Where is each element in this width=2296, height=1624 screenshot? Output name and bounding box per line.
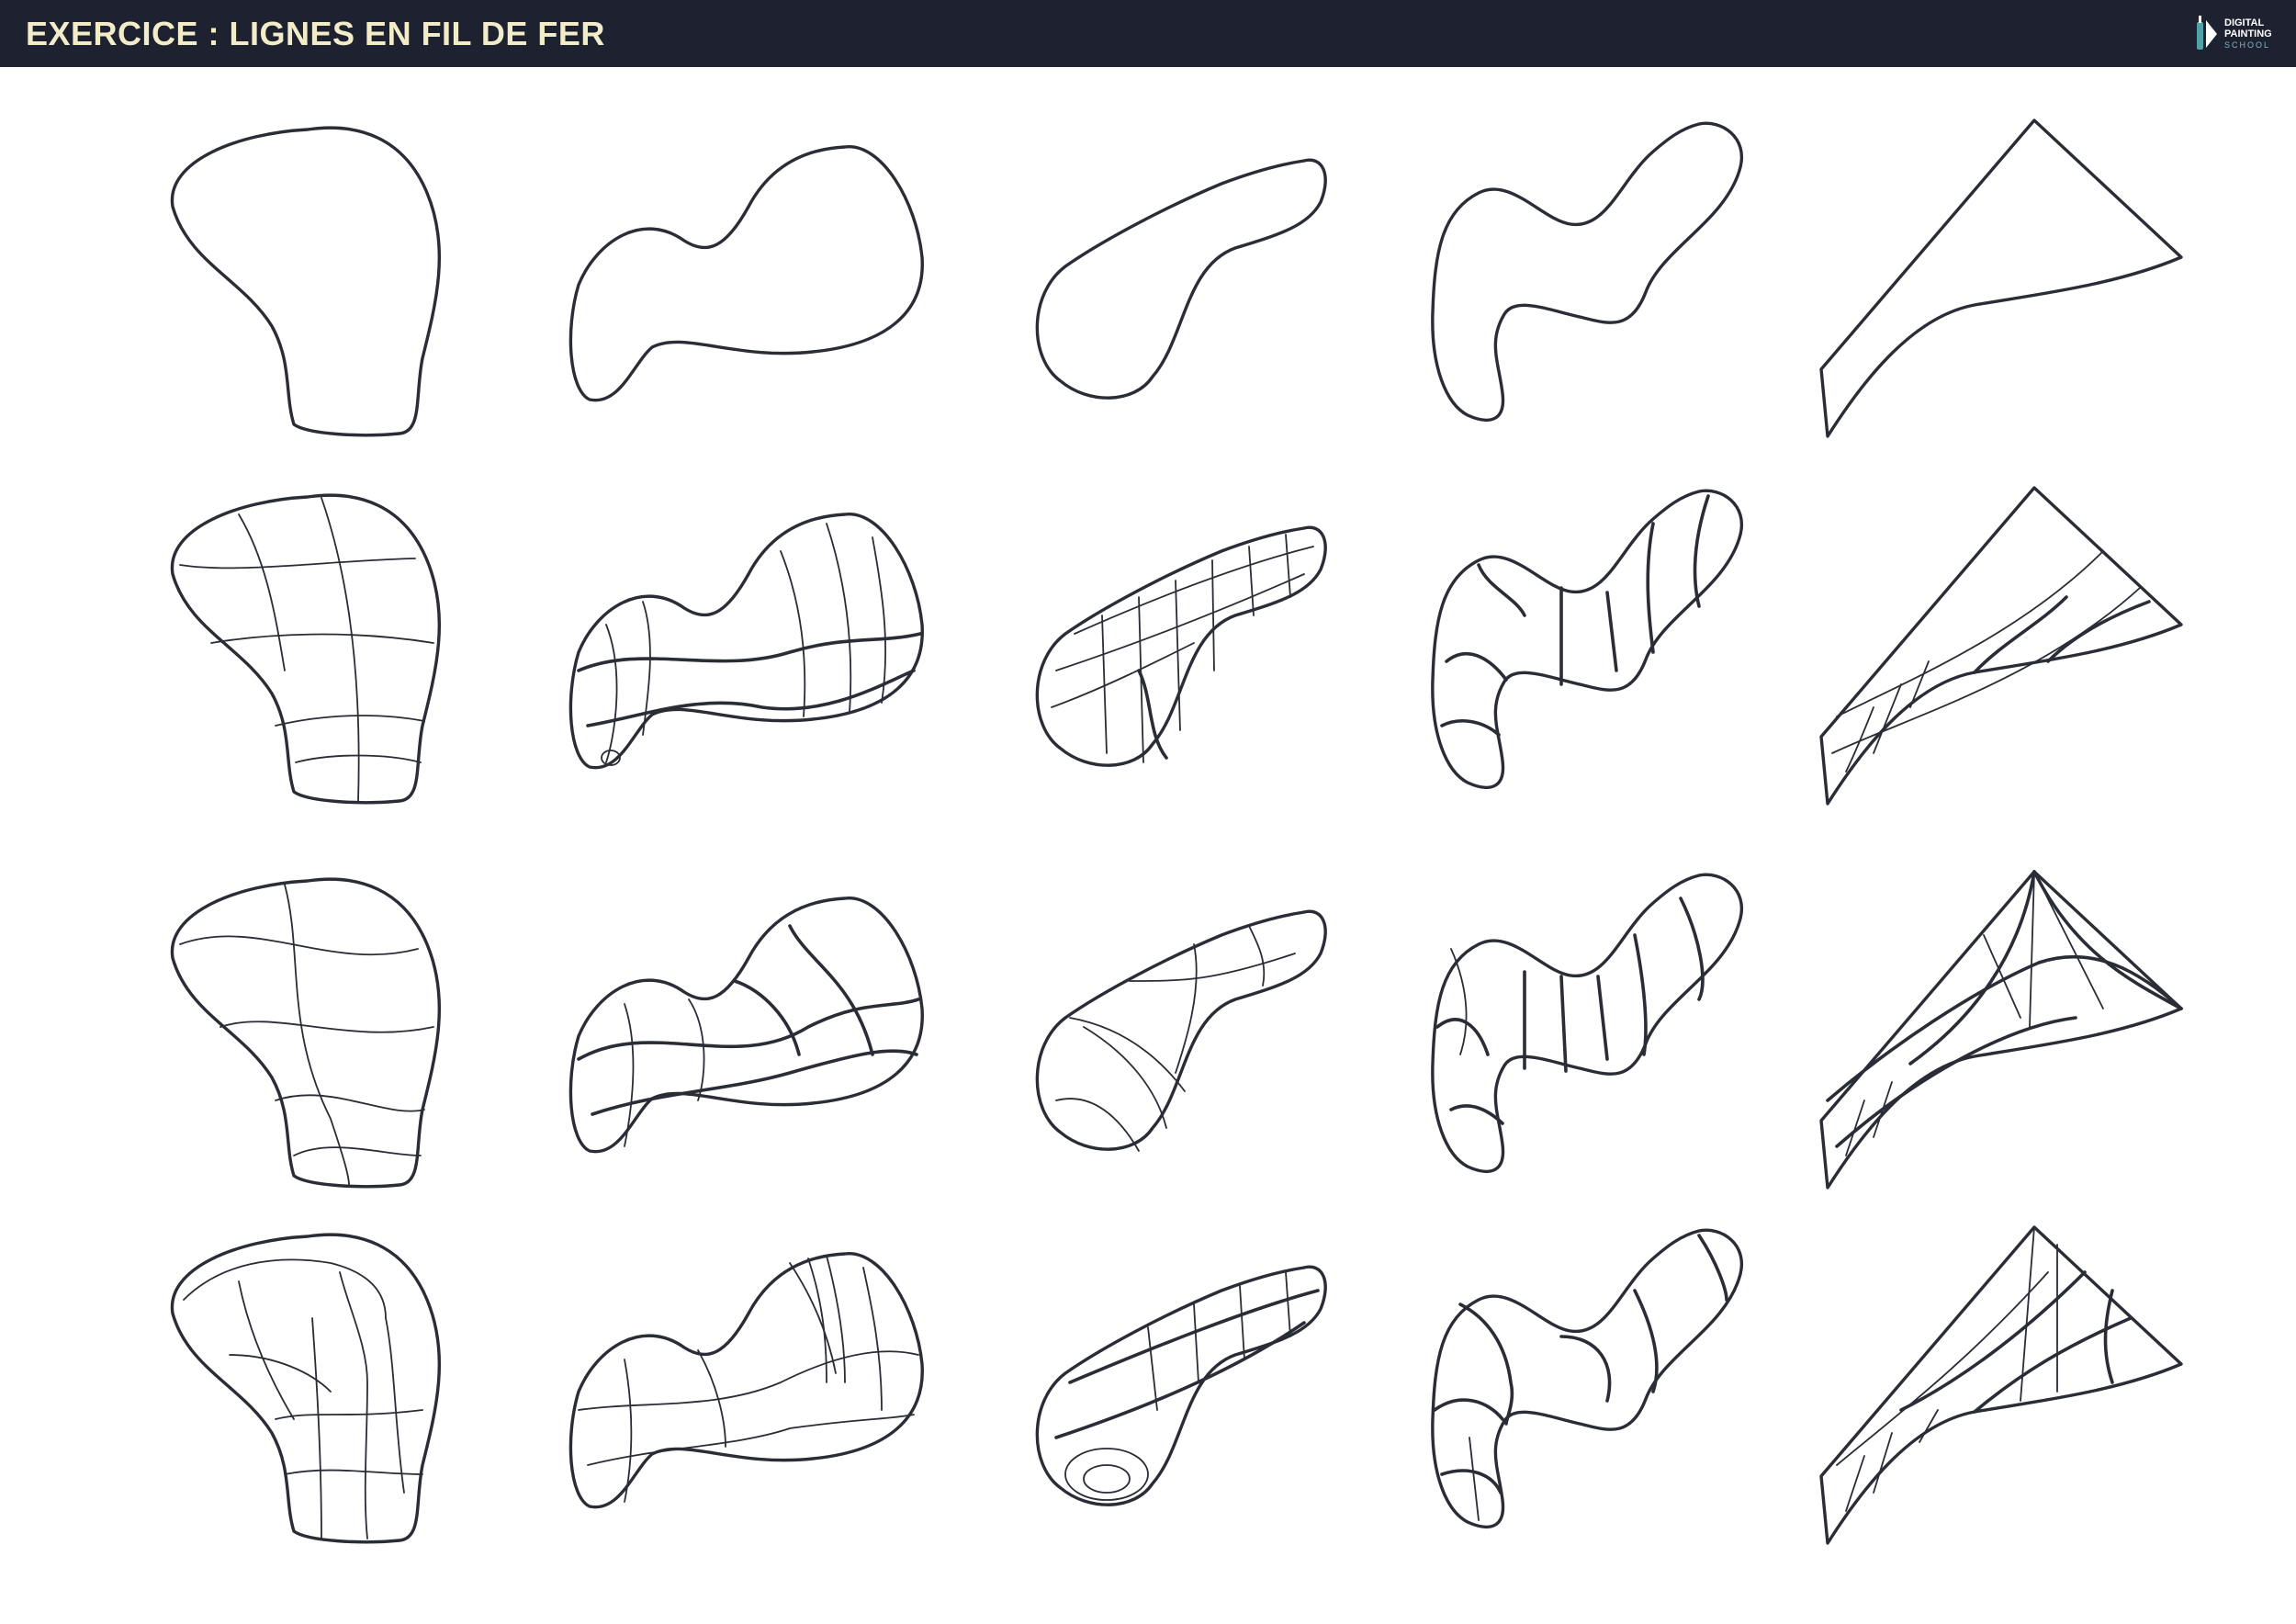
peanut-wireframe-1 xyxy=(569,513,923,769)
peanut-wireframe-3 xyxy=(569,1253,923,1508)
shape-blob-outline xyxy=(171,127,440,436)
logo-line-2: PAINTING xyxy=(2224,28,2272,39)
bean-wireframe-3 xyxy=(1036,1266,1326,1506)
logo-line-1: DIGITAL xyxy=(2224,17,2265,28)
bean-wireframe-1 xyxy=(1036,526,1326,766)
brush-logo-icon xyxy=(2197,16,2217,50)
row-3-wireframes xyxy=(171,870,2183,1190)
logo-line-3: SCHOOL xyxy=(2224,40,2271,50)
school-logo: DIGITAL PAINTING SCHOOL xyxy=(2193,13,2294,55)
logo-wordmark: DIGITAL PAINTING SCHOOL xyxy=(2224,17,2272,51)
header-bar: EXERCICE : LIGNES EN FIL DE FER DIGITAL … xyxy=(0,0,2296,67)
shape-peanut-outline xyxy=(569,146,923,401)
wave-wireframe-1 xyxy=(1432,490,1742,788)
blob-wireframe-1 xyxy=(171,494,440,804)
blob-wireframe-3 xyxy=(171,1234,440,1543)
drawing-sheet xyxy=(171,118,2183,1545)
sheet-wireframe-2 xyxy=(1819,870,2183,1190)
row-2-wireframes xyxy=(171,486,2183,806)
bean-wireframe-2 xyxy=(1036,910,1326,1152)
wave-wireframe-3 xyxy=(1432,1229,1742,1528)
shape-wave-outline xyxy=(1432,122,1742,421)
sheet-wireframe-1 xyxy=(1819,486,2183,806)
blob-wireframe-2 xyxy=(171,878,440,1188)
peanut-wireframe-2 xyxy=(569,897,923,1153)
wave-wireframe-2 xyxy=(1432,874,1742,1172)
page-title: EXERCICE : LIGNES EN FIL DE FER xyxy=(26,15,605,52)
row-4-wireframes xyxy=(171,1225,2183,1545)
shape-sheet-outline xyxy=(1819,118,2183,438)
shape-bean-outline xyxy=(1036,159,1326,399)
row-1-outlines xyxy=(171,118,2183,438)
sheet-wireframe-3 xyxy=(1819,1225,2183,1545)
